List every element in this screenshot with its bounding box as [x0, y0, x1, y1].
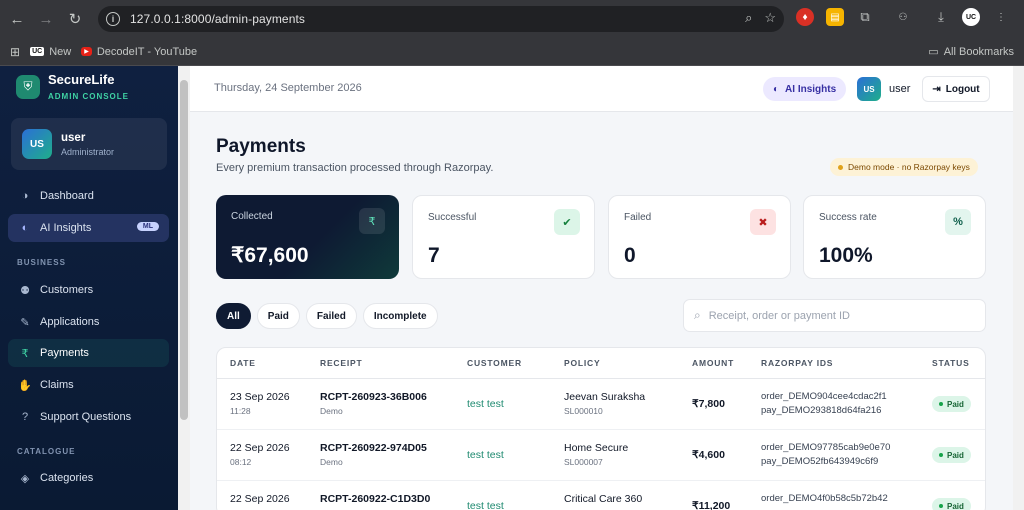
status-filters: All Paid Failed Incomplete — [216, 303, 438, 329]
ml-badge: ML — [136, 222, 159, 231]
browser-toolbar: ← → ↻ i 127.0.0.1:8000/admin-payments ⌕ … — [0, 0, 1024, 38]
forward-icon[interactable]: → — [34, 7, 58, 31]
url-text[interactable]: 127.0.0.1:8000/admin-payments — [130, 12, 305, 26]
user-role: Administrator — [61, 146, 115, 157]
section-business: BUSINESS — [17, 258, 66, 267]
uc-logo-icon: UC — [30, 47, 45, 56]
status-dot-icon — [939, 504, 943, 508]
sidebar-user-card: US user Administrator — [11, 118, 167, 170]
hand-coin-icon: ✋ — [18, 379, 32, 392]
table-header: DATE RECEIPT CUSTOMER POLICY AMOUNT RAZO… — [217, 348, 985, 379]
check-circle-icon: ✔ — [554, 209, 580, 235]
status-badge: Paid — [932, 396, 971, 412]
stat-card-failed: Failed 0 ✖ — [608, 195, 791, 279]
incognito-icon[interactable]: ⚇ — [894, 8, 912, 26]
app-page: ⛨ SecureLife ADMIN CONSOLE US user Admin… — [0, 66, 1024, 510]
status-badge: Paid — [932, 498, 971, 510]
main-scrollbar[interactable] — [1013, 66, 1024, 510]
payments-table: DATE RECEIPT CUSTOMER POLICY AMOUNT RAZO… — [216, 347, 986, 510]
shield-logo-icon: ⛨ — [16, 74, 40, 99]
table-row[interactable]: 22 Sep 2026 08:12 RCPT-260922-974D05 Dem… — [217, 430, 985, 481]
youtube-icon: ▶ — [81, 47, 92, 56]
back-icon[interactable]: ← — [5, 7, 29, 31]
sidebar: ⛨ SecureLife ADMIN CONSOLE US user Admin… — [0, 66, 178, 510]
avatar: US — [22, 129, 52, 159]
sidebar-item-categories[interactable]: ◈ Categories — [8, 464, 169, 492]
main-content: Thursday, 24 September 2026 ◐ AI Insight… — [190, 66, 1024, 510]
sidebar-item-dashboard[interactable]: ◑ Dashboard — [8, 182, 169, 210]
customer-link[interactable]: test test — [467, 500, 504, 510]
brand-subtitle: ADMIN CONSOLE — [48, 92, 129, 101]
users-icon: ⚉ — [20, 284, 30, 297]
topbar: Thursday, 24 September 2026 ◐ AI Insight… — [190, 66, 1013, 112]
filter-paid[interactable]: Paid — [256, 303, 300, 329]
sidebar-scrollbar[interactable] — [178, 66, 190, 510]
address-bar[interactable]: i 127.0.0.1:8000/admin-payments ⌕ ☆ — [98, 6, 784, 32]
stat-card-success-rate: Success rate 100% % — [803, 195, 986, 279]
ai-insights-button[interactable]: ◐ AI Insights — [763, 77, 847, 101]
bookmark-new[interactable]: UC New — [30, 46, 71, 58]
current-date: Thursday, 24 September 2026 — [214, 82, 362, 94]
page-title: Payments — [216, 136, 306, 157]
rupee-icon: ₹ — [359, 208, 385, 234]
question-icon: ? — [21, 411, 29, 423]
sidebar-item-claims[interactable]: ✋ Claims — [8, 371, 169, 399]
brand-name: SecureLife — [48, 72, 115, 87]
bookmark-youtube[interactable]: ▶ DecodeIT - YouTube — [81, 46, 197, 58]
avatar[interactable]: US — [857, 77, 881, 101]
bookmarks-bar: ⊞ UC New ▶ DecodeIT - YouTube ▭ All Book… — [0, 38, 1024, 66]
customer-link[interactable]: test test — [467, 449, 504, 461]
user-name: user — [61, 131, 86, 144]
topbar-user-name: user — [889, 83, 911, 95]
brand[interactable]: ⛨ SecureLife ADMIN CONSOLE — [16, 72, 129, 101]
site-info-icon[interactable]: i — [106, 12, 120, 26]
download-icon[interactable]: ⤓ — [932, 8, 950, 26]
zoom-icon[interactable]: ⌕ — [745, 10, 752, 26]
extension-notes-icon[interactable]: ▤ — [826, 8, 844, 26]
section-catalogue: CATALOGUE — [17, 447, 76, 456]
percent-icon: % — [945, 209, 971, 235]
search-box: ⌕ — [683, 299, 986, 332]
profile-avatar-icon[interactable]: UC — [962, 8, 980, 26]
reload-icon[interactable]: ↻ — [63, 7, 87, 31]
ai-brain-icon: ◐ — [21, 222, 29, 234]
demo-mode-badge: Demo mode · no Razorpay keys — [830, 158, 978, 176]
x-circle-icon: ✖ — [750, 209, 776, 235]
table-row[interactable]: 23 Sep 2026 11:28 RCPT-260923-36B006 Dem… — [217, 379, 985, 430]
search-input[interactable] — [708, 309, 959, 322]
table-row[interactable]: 22 Sep 2026 RCPT-260922-C1D3D0 test test… — [217, 481, 985, 510]
status-badge: Paid — [932, 447, 971, 463]
status-dot-icon — [939, 453, 943, 457]
filter-all[interactable]: All — [216, 303, 251, 329]
sidebar-scroll-thumb[interactable] — [180, 80, 188, 420]
page-subtitle: Every premium transaction processed thro… — [216, 162, 494, 174]
apps-grid-icon[interactable]: ⊞ — [10, 45, 20, 59]
layers-icon: ◈ — [20, 472, 30, 485]
stat-card-collected: Collected ₹67,600 ₹ — [216, 195, 399, 279]
filter-failed[interactable]: Failed — [305, 303, 357, 329]
filter-incomplete[interactable]: Incomplete — [362, 303, 438, 329]
logout-icon: ⇥ — [932, 83, 941, 95]
extensions-puzzle-icon[interactable]: ⧉ — [856, 8, 874, 26]
stat-card-successful: Successful 7 ✔ — [412, 195, 595, 279]
logout-button[interactable]: ⇥ Logout — [922, 76, 990, 102]
all-bookmarks[interactable]: ▭ All Bookmarks — [928, 45, 1014, 59]
status-dot-icon — [838, 164, 843, 170]
sidebar-item-ai-insights[interactable]: ◐ AI Insights ML — [8, 214, 169, 242]
rupee-icon: ₹ — [21, 347, 29, 360]
bookmark-star-icon[interactable]: ☆ — [764, 10, 776, 26]
customer-link[interactable]: test test — [467, 398, 504, 410]
edit-document-icon: ✎ — [20, 316, 30, 329]
status-dot-icon — [939, 402, 943, 406]
dashboard-icon: ◑ — [21, 190, 29, 202]
search-icon: ⌕ — [694, 308, 701, 322]
ai-brain-icon: ◐ — [773, 83, 780, 95]
extension-shield-icon[interactable]: ♦ — [796, 8, 814, 26]
sidebar-item-payments[interactable]: ₹ Payments — [8, 339, 169, 367]
sidebar-item-support-questions[interactable]: ? Support Questions — [8, 403, 169, 431]
sidebar-item-customers[interactable]: ⚉ Customers — [8, 276, 169, 304]
sidebar-item-applications[interactable]: ✎ Applications — [8, 308, 169, 336]
chrome-menu-icon[interactable]: ⋮ — [992, 8, 1010, 26]
folder-icon: ▭ — [928, 46, 939, 58]
